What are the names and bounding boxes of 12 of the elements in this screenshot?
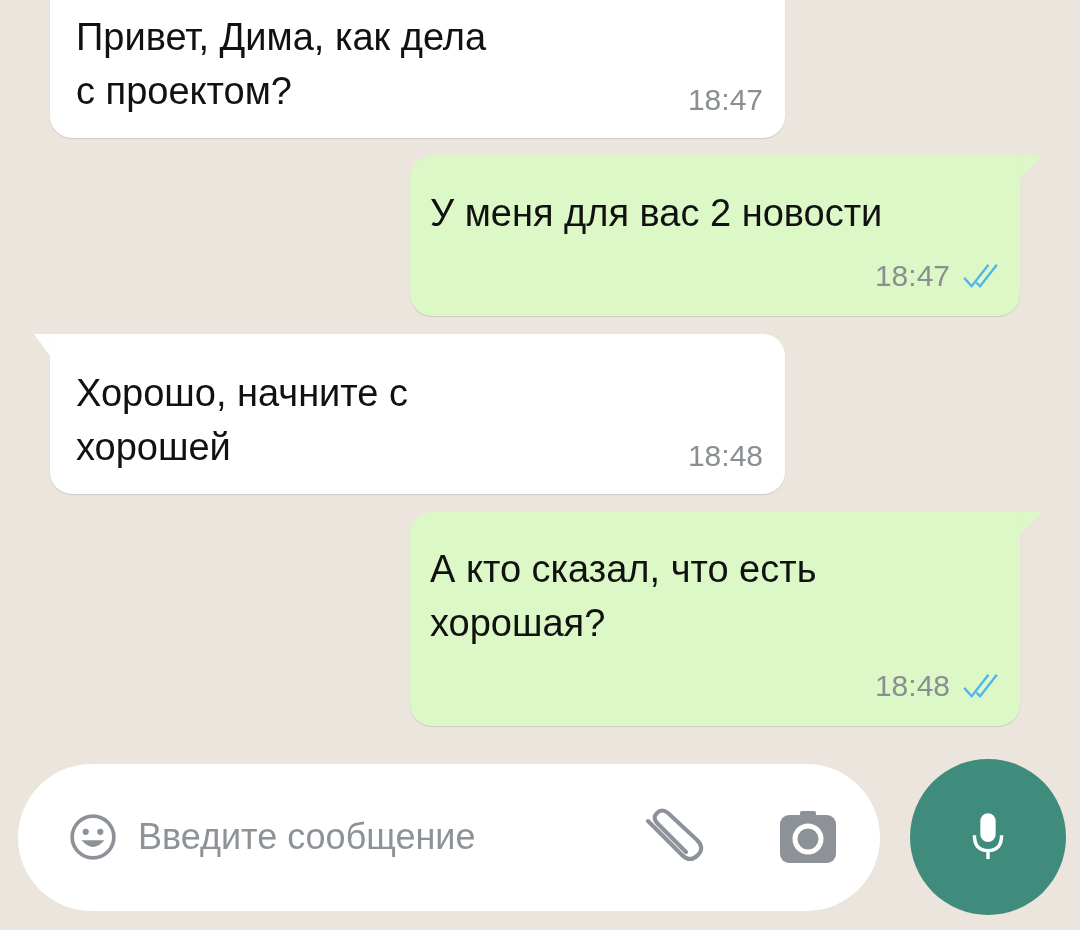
message-time: 18:48 bbox=[874, 668, 950, 704]
message-time: 18:47 bbox=[874, 258, 950, 294]
message-text: Хорошо, начните с хорошей bbox=[76, 371, 409, 470]
message-input-field[interactable]: Введите сообщение bbox=[138, 816, 608, 858]
camera-icon[interactable] bbox=[778, 809, 838, 865]
message-time: 18:47 bbox=[687, 82, 763, 118]
smiley-icon[interactable] bbox=[68, 812, 118, 862]
message-time: 18:48 bbox=[687, 438, 763, 474]
message-text: А кто сказал, что есть хорошая? bbox=[430, 547, 818, 646]
message-text: Привет, Дима, как дела с проектом? bbox=[76, 15, 487, 114]
message-text: У меня для вас 2 новости bbox=[430, 191, 884, 236]
message-input-bar[interactable]: Введите сообщение bbox=[18, 763, 880, 911]
